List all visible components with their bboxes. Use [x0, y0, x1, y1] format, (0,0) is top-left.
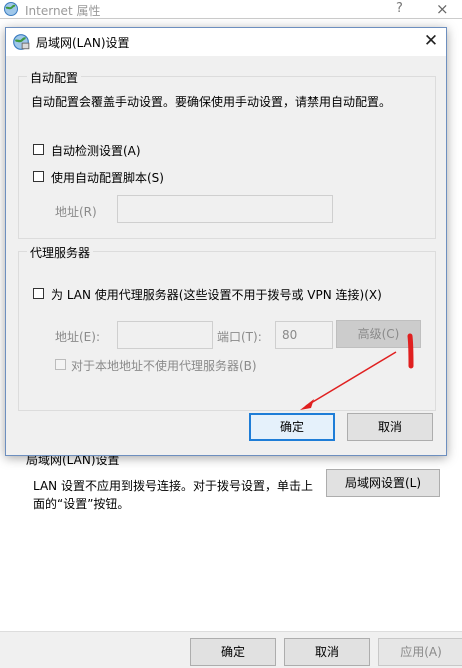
- dialog-title: 局域网(LAN)设置: [36, 36, 130, 50]
- proxy-server-legend: 代理服务器: [27, 244, 94, 261]
- proxy-port-input[interactable]: 80: [275, 321, 333, 349]
- dialog-ok-button[interactable]: 确定: [249, 413, 335, 441]
- dialog-close-button[interactable]: ✕: [420, 30, 442, 52]
- lan-settings-button[interactable]: 局域网设置(L): [326, 469, 440, 497]
- use-proxy-label[interactable]: 为 LAN 使用代理服务器(这些设置不用于拨号或 VPN 连接)(X): [51, 286, 382, 303]
- parent-ok-button[interactable]: 确定: [190, 638, 276, 666]
- use-proxy-checkbox[interactable]: [33, 288, 44, 299]
- parent-close-button[interactable]: ×: [436, 0, 449, 18]
- lan-settings-dialog: 局域网(LAN)设置 ✕ 自动配置 自动配置会覆盖手动设置。要确保使用手动设置，…: [5, 27, 447, 456]
- parent-titlebar: Internet 属性 ? ×: [0, 0, 462, 18]
- parent-apply-button[interactable]: 应用(A): [378, 638, 462, 666]
- use-script-label[interactable]: 使用自动配置脚本(S): [51, 169, 164, 186]
- proxy-port-label: 端口(T):: [217, 330, 262, 344]
- auto-detect-checkbox[interactable]: [33, 144, 44, 155]
- script-address-label: 地址(R): [55, 205, 97, 219]
- help-button[interactable]: ?: [396, 1, 403, 16]
- parent-title: Internet 属性: [25, 4, 101, 18]
- use-script-checkbox[interactable]: [33, 171, 44, 182]
- lan-description: LAN 设置不应用到拨号连接。对于拨号设置，单击上面的“设置”按钮。: [33, 479, 313, 511]
- bypass-local-label[interactable]: 对于本地地址不使用代理服务器(B): [71, 357, 257, 374]
- proxy-address-label: 地址(E):: [55, 330, 100, 344]
- parent-cancel-button[interactable]: 取消: [284, 638, 370, 666]
- auto-config-group: 自动配置 自动配置会覆盖手动设置。要确保使用手动设置，请禁用自动配置。 自动检测…: [18, 69, 436, 239]
- dialog-cancel-button[interactable]: 取消: [347, 413, 433, 441]
- advanced-button[interactable]: 高级(C): [336, 320, 421, 348]
- auto-detect-label[interactable]: 自动检测设置(A): [51, 142, 141, 159]
- auto-config-description: 自动配置会覆盖手动设置。要确保使用手动设置，请禁用自动配置。: [31, 95, 392, 109]
- globe-icon: [12, 33, 30, 54]
- bypass-local-checkbox[interactable]: [55, 359, 66, 370]
- auto-config-legend: 自动配置: [27, 69, 82, 86]
- script-address-input[interactable]: [117, 195, 333, 223]
- dialog-titlebar: 局域网(LAN)设置 ✕: [6, 28, 446, 56]
- proxy-address-input[interactable]: [117, 321, 213, 349]
